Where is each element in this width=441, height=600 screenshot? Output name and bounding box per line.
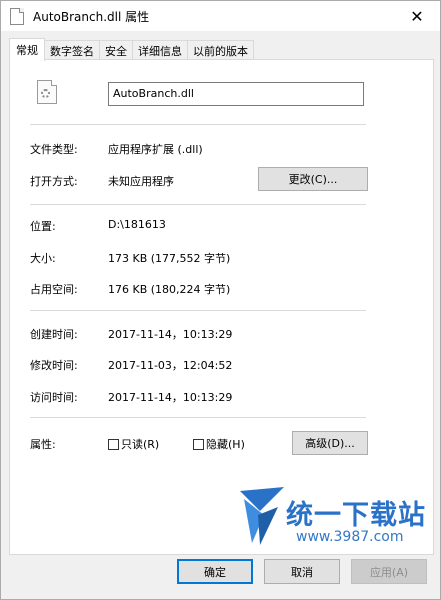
advanced-button[interactable]: 高级(D)...: [292, 431, 368, 455]
window-title: AutoBranch.dll 属性: [33, 10, 150, 24]
modified-label: 修改时间:: [30, 359, 78, 372]
close-button[interactable]: ✕: [394, 1, 440, 31]
readonly-label: 只读(R): [121, 438, 160, 451]
divider: [30, 417, 366, 418]
file-name-field[interactable]: AutoBranch.dll: [108, 82, 364, 106]
size-on-disk-value: 176 KB (180,224 字节): [108, 283, 231, 296]
tab-details[interactable]: 详细信息: [132, 40, 188, 60]
gear-icon: [41, 89, 50, 98]
opens-with-label: 打开方式:: [30, 175, 78, 188]
file-type-label: 文件类型:: [30, 143, 78, 156]
tab-previous-versions[interactable]: 以前的版本: [187, 40, 254, 60]
tab-security[interactable]: 安全: [99, 40, 133, 60]
accessed-label: 访问时间:: [30, 391, 78, 404]
divider: [30, 310, 366, 311]
size-label: 大小:: [30, 252, 56, 265]
tab-digital-signatures[interactable]: 数字签名: [44, 40, 100, 60]
checkbox-box[interactable]: [193, 438, 204, 450]
tab-bar: 常规 数字签名 安全 详细信息 以前的版本: [9, 38, 254, 61]
opens-with-value: 未知应用程序: [108, 175, 174, 188]
tab-general[interactable]: 常规: [9, 38, 45, 61]
file-icon: [10, 8, 24, 25]
cancel-button[interactable]: 取消: [264, 559, 340, 584]
watermark-url: www.3987.com: [296, 529, 404, 545]
apply-button[interactable]: 应用(A): [351, 559, 427, 584]
change-button[interactable]: 更改(C)...: [258, 167, 368, 191]
divider: [30, 204, 366, 205]
title-bar: AutoBranch.dll 属性 ✕: [1, 1, 440, 31]
checkbox-box[interactable]: [108, 438, 119, 450]
size-value: 173 KB (177,552 字节): [108, 252, 231, 265]
ok-button[interactable]: 确定: [177, 559, 253, 584]
fold-corner: [51, 80, 57, 86]
attributes-label: 属性:: [30, 438, 56, 451]
file-type-value: 应用程序扩展 (.dll): [108, 143, 203, 156]
dll-file-icon: [37, 80, 57, 104]
hidden-label: 隐藏(H): [206, 438, 245, 451]
watermark-bird-icon: [240, 487, 284, 545]
hidden-checkbox[interactable]: 隐藏(H): [193, 436, 245, 452]
divider: [30, 124, 366, 125]
accessed-value: 2017-11-14，10:13:29: [108, 391, 233, 404]
watermark-logo: 统一下载站 www.3987.com: [238, 485, 428, 551]
size-on-disk-label: 占用空间:: [30, 283, 78, 296]
modified-value: 2017-11-03，12:04:52: [108, 359, 233, 372]
created-label: 创建时间:: [30, 328, 78, 341]
general-tab-panel: AutoBranch.dll 文件类型: 应用程序扩展 (.dll) 打开方式:…: [9, 59, 434, 555]
location-value: D:\181613: [108, 218, 166, 231]
watermark-text: 统一下载站: [286, 500, 426, 531]
created-value: 2017-11-14，10:13:29: [108, 328, 233, 341]
properties-window: AutoBranch.dll 属性 ✕ 常规 数字签名 安全 详细信息 以前的版…: [0, 0, 441, 600]
readonly-checkbox[interactable]: 只读(R): [108, 436, 159, 452]
location-label: 位置:: [30, 220, 56, 233]
close-icon: ✕: [410, 6, 424, 26]
